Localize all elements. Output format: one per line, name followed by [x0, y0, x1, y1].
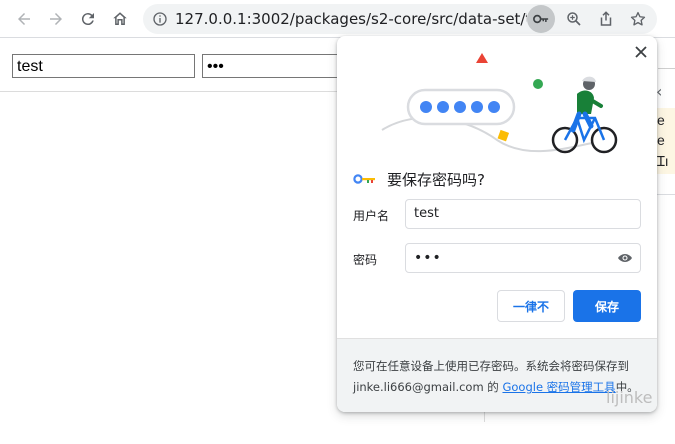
- forward-button[interactable]: [44, 7, 68, 31]
- eye-icon[interactable]: [617, 250, 633, 266]
- home-icon: [113, 12, 127, 25]
- footer-text: 您可在任意设备上使用已存密码。系统会将密码保存到 jinke.li666@gma…: [353, 356, 649, 398]
- side-panel-tab-line: [658, 68, 675, 69]
- username-field[interactable]: test: [405, 199, 641, 229]
- info-icon[interactable]: [152, 11, 168, 27]
- password-illustration: [381, 53, 618, 154]
- home-button[interactable]: [108, 7, 132, 31]
- never-button[interactable]: 一律不: [497, 290, 565, 322]
- reload-button[interactable]: [76, 7, 100, 31]
- google-key-icon: [353, 174, 375, 184]
- cyclist-icon: [551, 76, 618, 154]
- back-icon: [18, 13, 30, 25]
- side-panel-divider: [655, 194, 675, 195]
- password-key-button[interactable]: [527, 5, 555, 33]
- key-icon: [533, 14, 549, 24]
- green-dot-shape: [533, 79, 543, 89]
- save-password-dialog: 要保存密码吗? 用户名 test 密码 ••• 一律不 保存 您可在任意设备上使…: [337, 36, 657, 412]
- triangle-shape: [476, 53, 488, 63]
- reload-icon: [81, 13, 94, 26]
- save-button[interactable]: 保存: [573, 290, 641, 322]
- star-icon[interactable]: [629, 10, 647, 28]
- zoom-icon[interactable]: [565, 10, 583, 28]
- password-label: 密码: [353, 253, 378, 267]
- username-input[interactable]: test: [12, 54, 195, 78]
- yellow-square-shape: [497, 129, 510, 142]
- forward-icon: [50, 13, 62, 25]
- side-panel-letter: Ɪı: [657, 153, 669, 169]
- password-manager-link[interactable]: Google 密码管理工具: [502, 380, 615, 394]
- dialog-title-row: 要保存密码吗?: [353, 168, 485, 190]
- watermark: lijinke: [606, 388, 653, 407]
- side-panel-notice: e e Ɪı: [655, 108, 675, 174]
- share-icon[interactable]: [597, 10, 615, 28]
- address-bar[interactable]: 127.0.0.1:3002/packages/s2-core/src/data…: [143, 4, 657, 34]
- browser-toolbar: 127.0.0.1:3002/packages/s2-core/src/data…: [0, 0, 675, 38]
- back-button[interactable]: [12, 7, 36, 31]
- password-input[interactable]: •••: [202, 54, 342, 78]
- username-label: 用户名: [353, 209, 390, 223]
- close-icon[interactable]: [633, 44, 649, 60]
- url-text[interactable]: 127.0.0.1:3002/packages/s2-core/src/data…: [175, 10, 527, 28]
- side-panel-letter: e: [657, 112, 665, 128]
- dialog-title: 要保存密码吗?: [387, 170, 485, 189]
- side-panel-letter: e: [657, 132, 665, 148]
- password-field[interactable]: •••: [405, 243, 641, 273]
